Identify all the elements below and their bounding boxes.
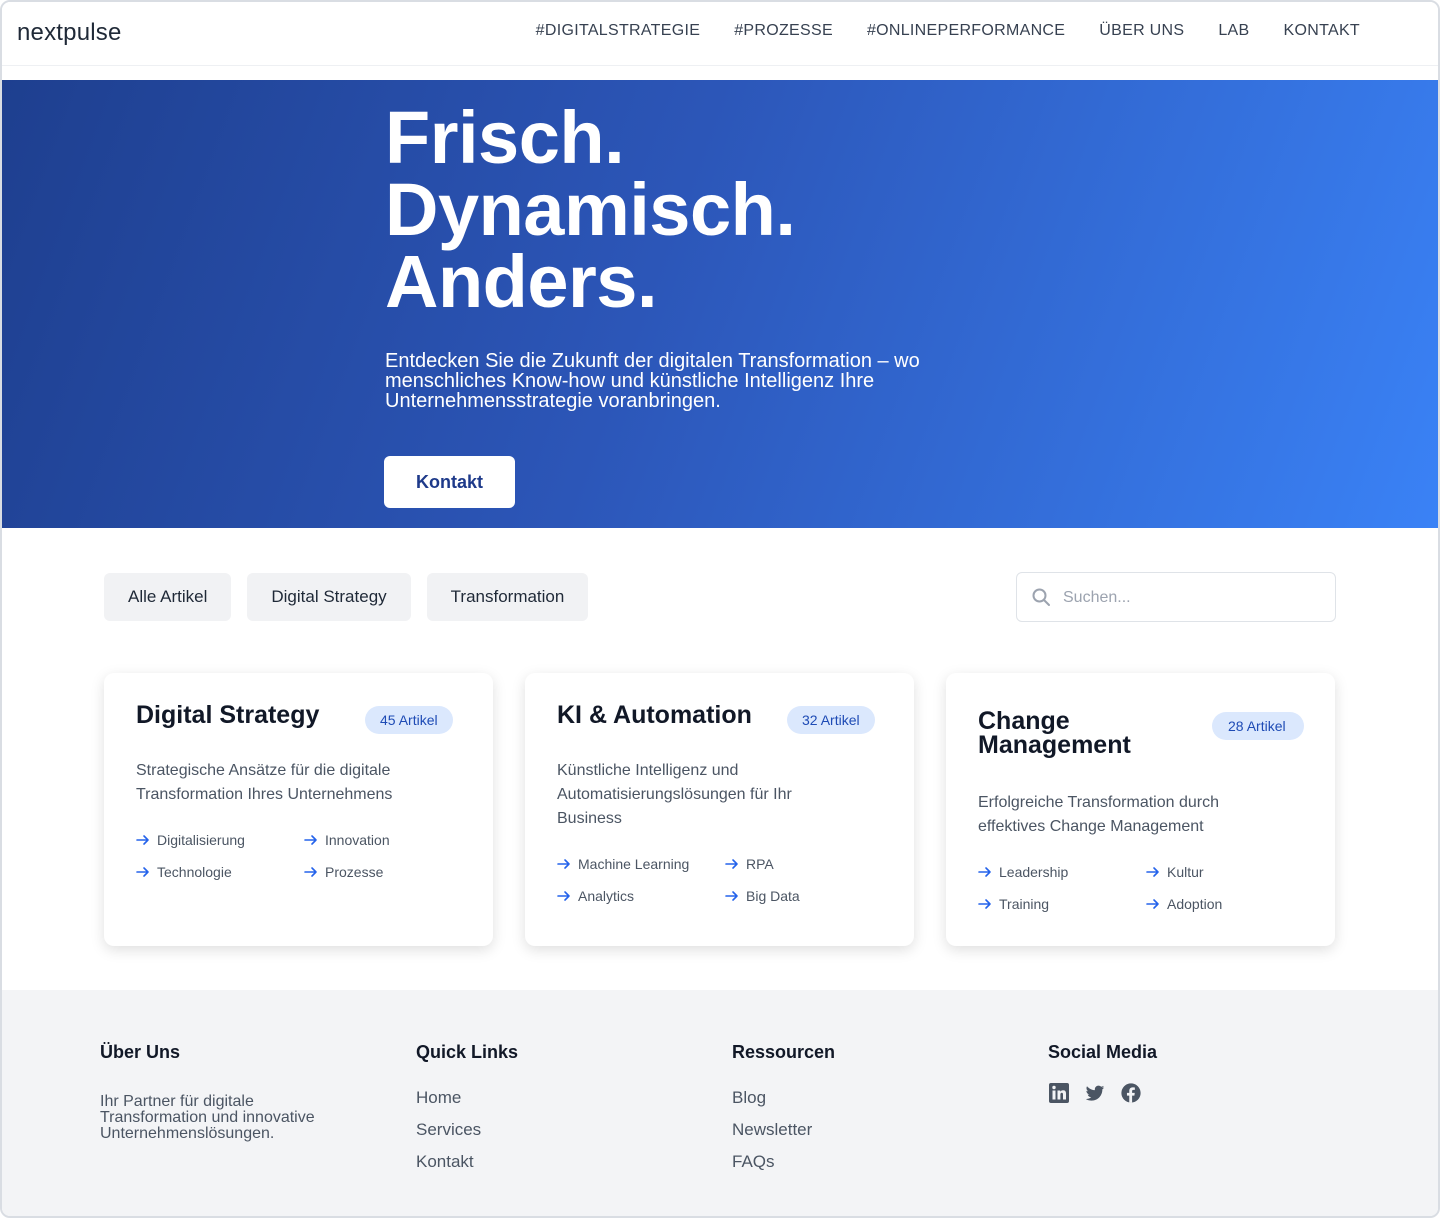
filter-digital-strategy[interactable]: Digital Strategy [247,573,411,621]
site-footer: Über Uns Ihr Partner für digitale Transf… [2,990,1438,1216]
card-title: KI & Automation [557,701,752,729]
nav-link-kontakt[interactable]: KONTAKT [1284,22,1360,40]
card-description: Strategische Ansätze für die digitale Tr… [136,762,393,803]
card-tags: Machine Learning RPA Analytics Big Data [557,854,893,906]
twitter-icon[interactable] [1084,1082,1106,1104]
search-icon [1032,588,1050,606]
page: nextpulse #DIGITALSTRATEGIE #PROZESSE #O… [0,0,1440,1218]
arrow-right-icon [136,867,149,877]
tag-link[interactable]: Big Data [725,886,893,906]
tag-link[interactable]: Training [978,894,1146,914]
footer-heading: Quick Links [416,1042,519,1062]
tag-link[interactable]: Innovation [304,830,472,850]
tag-label: Leadership [999,864,1069,880]
card-tags: Digitalisierung Innovation Technologie P… [136,830,472,882]
hero-headline-line: Anders. [385,240,658,323]
hero-headline: Frisch. Dynamisch. Anders. [385,96,796,323]
footer-link-home[interactable]: Home [416,1082,696,1114]
card-title: Change Management [978,707,1131,759]
footer-link-kontakt[interactable]: Kontakt [416,1146,696,1178]
arrow-right-icon [304,835,317,845]
tag-label: Prozesse [325,864,384,880]
main-nav: #DIGITALSTRATEGIE #PROZESSE #ONLINEPERFO… [536,22,1360,40]
tag-link[interactable]: Kultur [1146,862,1314,882]
arrow-right-icon [978,867,991,877]
article-count-badge: 32 Artikel [787,706,875,734]
footer-link-newsletter[interactable]: Newsletter [732,1114,1012,1146]
arrow-right-icon [725,891,738,901]
hero-headline-line: Frisch. [385,96,625,179]
nav-link-digitalstrategie[interactable]: #DIGITALSTRATEGIE [536,22,701,40]
tag-link[interactable]: Technologie [136,862,304,882]
arrow-right-icon [304,867,317,877]
footer-heading: Social Media [1048,1042,1158,1062]
tag-label: Analytics [578,888,635,904]
footer-about: Über Uns Ihr Partner für digitale Transf… [100,1040,380,1142]
footer-social: Social Media [1048,1040,1328,1104]
footer-about-text: Ihr Partner für digitale Transformation … [100,1093,315,1142]
category-filters: Alle Artikel Digital Strategy Transforma… [104,573,589,621]
arrow-right-icon [725,859,738,869]
linkedin-icon[interactable] [1048,1082,1070,1104]
tag-label: Technologie [157,864,232,880]
category-card-change-management[interactable]: Change Management 28 Artikel Erfolgreich… [946,673,1335,946]
footer-heading: Über Uns [100,1042,181,1062]
arrow-right-icon [557,859,570,869]
nav-link-lab[interactable]: LAB [1218,22,1249,40]
search-box [1016,572,1336,622]
tag-label: Digitalisierung [157,832,245,848]
tag-label: Big Data [746,888,800,904]
tag-label: Machine Learning [578,856,690,872]
nav-link-onlineperformance[interactable]: #ONLINEPERFORMANCE [867,22,1065,40]
category-card-ki-automation[interactable]: KI & Automation 32 Artikel Künstliche In… [525,673,914,946]
arrow-right-icon [136,835,149,845]
nav-link-prozesse[interactable]: #PROZESSE [734,22,833,40]
article-count-badge: 45 Artikel [365,706,453,734]
tag-label: Innovation [325,832,390,848]
hero-lead: Entdecken Sie die Zukunft der digitalen … [385,350,920,412]
tag-link[interactable]: Prozesse [304,862,472,882]
tag-link[interactable]: Digitalisierung [136,830,304,850]
tag-link[interactable]: Adoption [1146,894,1314,914]
footer-quick-links: Quick Links Home Services Kontakt [416,1040,696,1178]
article-count-badge: 28 Artikel [1212,712,1304,740]
filter-transformation[interactable]: Transformation [426,573,589,621]
footer-link-blog[interactable]: Blog [732,1082,1012,1114]
kontakt-button[interactable]: Kontakt [384,456,515,508]
card-description: Künstliche Intelligenz und Automatisieru… [557,762,792,827]
search-input[interactable] [1063,583,1323,613]
site-header: nextpulse #DIGITALSTRATEGIE #PROZESSE #O… [2,2,1438,66]
logo[interactable]: nextpulse [17,19,122,47]
category-card-digital-strategy[interactable]: Digital Strategy 45 Artikel Strategische… [104,673,493,946]
tag-link[interactable]: RPA [725,854,893,874]
arrow-right-icon [978,899,991,909]
tag-label: RPA [746,856,774,872]
tag-link[interactable]: Leadership [978,862,1146,882]
tag-label: Training [999,896,1050,912]
nav-link-ueber-uns[interactable]: ÜBER UNS [1099,22,1184,40]
social-links [1048,1082,1328,1104]
footer-link-services[interactable]: Services [416,1114,696,1146]
hero-section: Frisch. Dynamisch. Anders. Entdecken Sie… [2,80,1438,528]
arrow-right-icon [1146,899,1159,909]
tag-label: Kultur [1167,864,1204,880]
card-description: Erfolgreiche Transformation durch effekt… [978,794,1219,835]
footer-resources: Ressourcen Blog Newsletter FAQs [732,1040,1012,1178]
arrow-right-icon [1146,867,1159,877]
footer-heading: Ressourcen [732,1042,836,1062]
tag-link[interactable]: Machine Learning [557,854,725,874]
tag-link[interactable]: Analytics [557,886,725,906]
tag-label: Adoption [1167,896,1223,912]
card-title: Digital Strategy [136,701,320,729]
facebook-icon[interactable] [1120,1082,1142,1104]
hero-headline-line: Dynamisch. [385,168,796,251]
arrow-right-icon [557,891,570,901]
footer-link-faqs[interactable]: FAQs [732,1146,1012,1178]
filter-alle-artikel[interactable]: Alle Artikel [104,573,232,621]
card-tags: Leadership Kultur Training Adoption [978,862,1314,914]
